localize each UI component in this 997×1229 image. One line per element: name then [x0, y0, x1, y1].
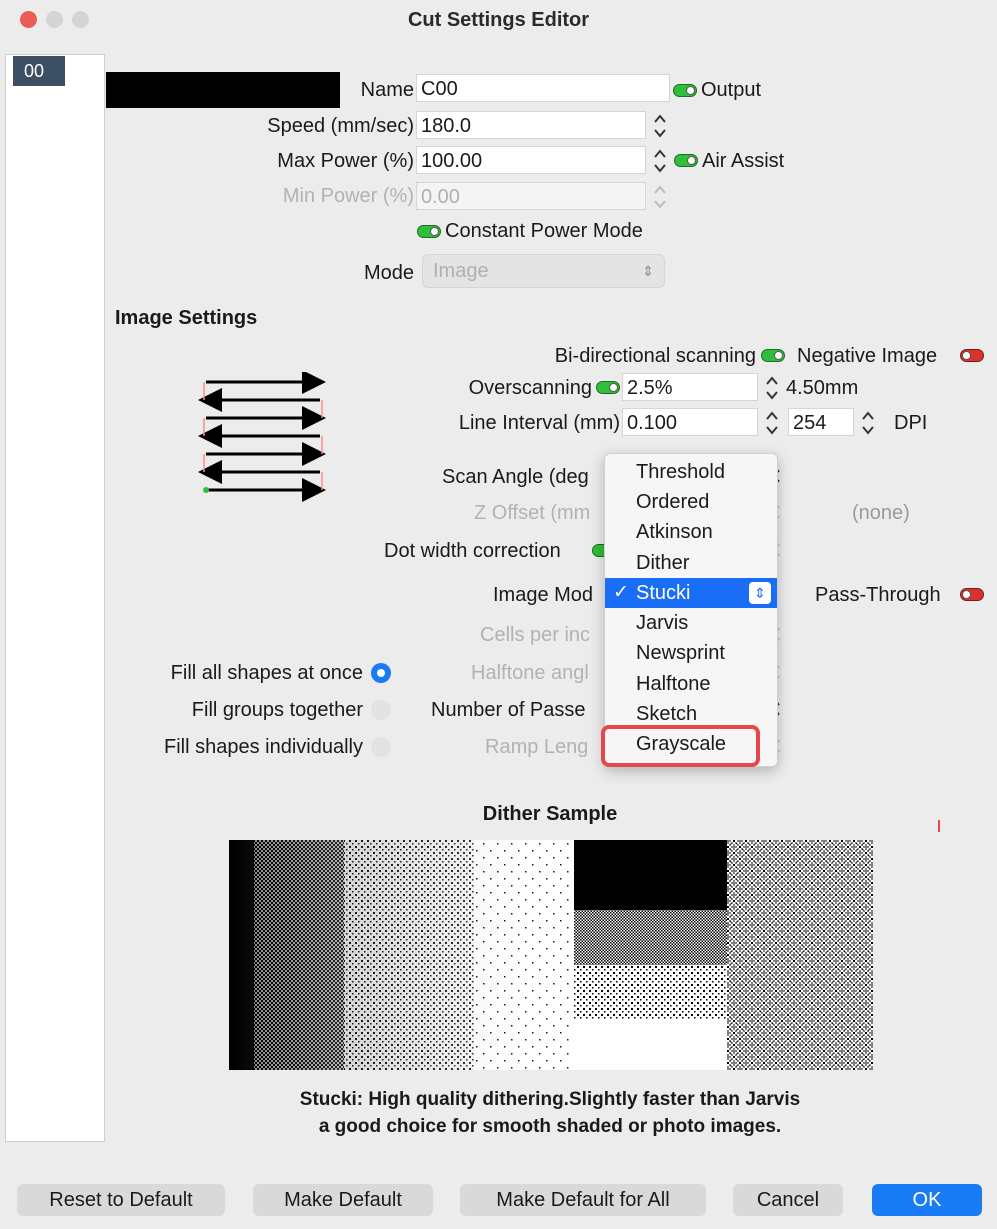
output-toggle[interactable] [673, 84, 697, 97]
make-default-for-all-button[interactable]: Make Default for All [460, 1184, 706, 1216]
cells-per-inch-label: Cells per inc [480, 624, 591, 646]
dither-description-line1: Stucki: High quality dithering.Slightly … [299, 1089, 801, 1110]
speed-label: Speed (mm/sec) [267, 115, 414, 137]
image-settings-heading: Image Settings [115, 307, 258, 329]
z-offset-none: (none) [852, 502, 910, 524]
fill-all-radio[interactable] [371, 663, 391, 683]
highlight-annotation-box [601, 725, 760, 767]
pass-through-toggle[interactable] [960, 588, 984, 601]
menu-item-atkinson[interactable]: Atkinson [605, 517, 777, 547]
pass-through-label: Pass-Through [815, 584, 941, 606]
max-power-stepper[interactable] [651, 145, 669, 177]
stepper-arrows-icon [654, 149, 666, 173]
image-mode-menu[interactable]: Threshold Ordered Atkinson Dither ✓ Stuc… [604, 453, 778, 767]
cancel-button[interactable]: Cancel [733, 1184, 843, 1216]
speed-field[interactable]: 180.0 [416, 111, 646, 139]
dpi-label: DPI [894, 412, 928, 434]
fill-groups-label: Fill groups together [191, 699, 363, 721]
line-interval-stepper[interactable] [763, 407, 781, 439]
menu-item-dither[interactable]: Dither [605, 548, 777, 578]
menu-item-label: Atkinson [636, 521, 713, 543]
output-label: Output [701, 79, 762, 101]
dither-sample-heading: Dither Sample [482, 803, 618, 825]
menu-item-label: Threshold [636, 461, 725, 483]
text-cursor-mark [938, 820, 940, 832]
menu-item-label: Dither [636, 552, 690, 574]
dither-pattern-graphic [229, 840, 873, 1070]
window-title: Cut Settings Editor [407, 9, 590, 31]
ramp-length-label: Ramp Leng [485, 736, 589, 758]
mode-select: Image ⇕ [422, 254, 665, 288]
fill-all-label: Fill all shapes at once [170, 662, 363, 684]
layer-list-item[interactable]: 00 [13, 56, 65, 86]
chevron-updown-icon: ⇕ [642, 263, 654, 279]
stepper-arrows-icon [766, 376, 778, 400]
dither-description-line2: a good choice for smooth shaded or photo… [318, 1116, 782, 1137]
mode-label: Mode [363, 262, 414, 284]
max-power-field[interactable]: 100.00 [416, 146, 646, 174]
ok-button[interactable]: OK [872, 1184, 982, 1216]
overscanning-mm-readout: 4.50mm [786, 377, 859, 399]
stepper-arrows-icon [766, 411, 778, 435]
menu-item-label: Sketch [636, 703, 698, 725]
name-field[interactable]: C00 [416, 74, 670, 102]
line-interval-label: Line Interval (mm) [458, 412, 620, 434]
menu-item-halftone[interactable]: Halftone [605, 669, 777, 699]
stepper-arrows-icon [862, 411, 874, 435]
dither-sample-image [229, 840, 873, 1070]
menu-item-stucki[interactable]: ✓ Stucki ⇕ [605, 578, 777, 608]
overscanning-label: Overscanning [468, 377, 592, 399]
negative-image-toggle[interactable] [960, 349, 984, 362]
dot-width-label: Dot width correction [384, 540, 561, 562]
constant-power-toggle[interactable] [417, 225, 441, 238]
make-default-button[interactable]: Make Default [253, 1184, 433, 1216]
overscanning-field[interactable]: 2.5% [622, 373, 758, 401]
air-assist-label: Air Assist [702, 150, 785, 172]
scan-direction-illustration [198, 372, 326, 502]
checkmark-icon: ✓ [613, 582, 629, 603]
scan-angle-label: Scan Angle (deg [442, 466, 589, 488]
reset-to-default-button[interactable]: Reset to Default [17, 1184, 225, 1216]
fill-individual-label: Fill shapes individually [164, 736, 363, 758]
menu-item-label: Ordered [636, 491, 710, 513]
mode-select-value: Image [433, 260, 489, 282]
stepper-arrows-icon [654, 185, 666, 209]
max-power-label: Max Power (%) [277, 150, 414, 172]
chevron-updown-icon: ⇕ [749, 582, 771, 604]
image-mode-label: Image Mod [493, 584, 594, 606]
number-of-passes-label: Number of Passe [431, 699, 586, 721]
min-power-stepper [651, 181, 669, 213]
fill-individual-radio[interactable] [371, 737, 391, 757]
negative-image-label: Negative Image [797, 345, 938, 367]
overscanning-toggle[interactable] [596, 381, 620, 394]
menu-item-jarvis[interactable]: Jarvis [605, 608, 777, 638]
min-power-label: Min Power (%) [282, 185, 414, 207]
fill-groups-radio[interactable] [371, 700, 391, 720]
menu-item-threshold[interactable]: Threshold [605, 457, 777, 487]
menu-item-label: Stucki [636, 582, 691, 604]
halftone-angle-label: Halftone angl [471, 662, 589, 684]
bidirectional-label: Bi-directional scanning [554, 345, 756, 367]
min-power-field: 0.00 [416, 182, 646, 210]
menu-item-label: Halftone [636, 673, 711, 695]
menu-item-ordered[interactable]: Ordered [605, 487, 777, 517]
menu-item-label: Newsprint [636, 642, 725, 664]
bidirectional-toggle[interactable] [761, 349, 785, 362]
dpi-field[interactable]: 254 [788, 408, 854, 436]
layer-list[interactable] [5, 54, 105, 1142]
menu-item-label: Jarvis [636, 612, 689, 634]
menu-item-newsprint[interactable]: Newsprint [605, 638, 777, 668]
stepper-arrows-icon [654, 114, 666, 138]
overscanning-stepper[interactable] [763, 372, 781, 404]
name-label: Name [360, 79, 414, 101]
line-interval-field[interactable]: 0.100 [622, 408, 758, 436]
z-offset-label: Z Offset (mm [474, 502, 591, 524]
dpi-stepper[interactable] [859, 407, 877, 439]
constant-power-label: Constant Power Mode [445, 220, 643, 242]
speed-stepper[interactable] [651, 110, 669, 142]
air-assist-toggle[interactable] [674, 154, 698, 167]
